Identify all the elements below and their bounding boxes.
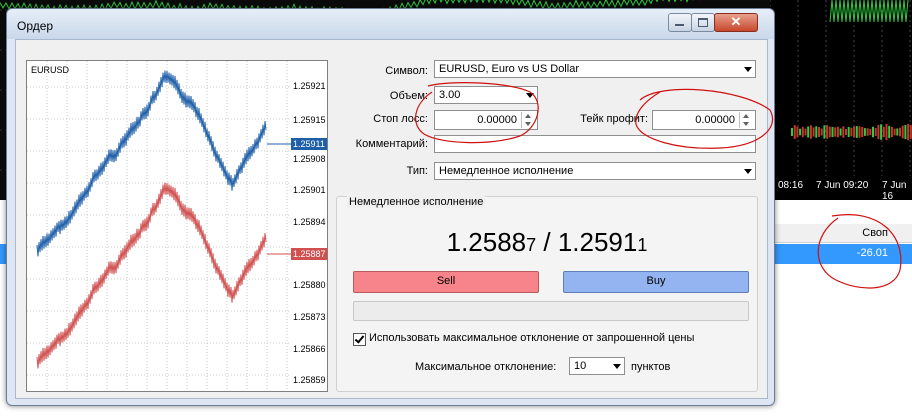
comment-input[interactable] (434, 135, 756, 153)
background-price-line (829, 0, 909, 23)
volume-label: Объем: (389, 90, 428, 102)
sell-button[interactable]: Sell (353, 271, 539, 293)
ask-price: 1.2591 (557, 227, 638, 257)
order-type-value: Немедленное исполнение (439, 165, 574, 177)
order-type-select[interactable]: Немедленное исполнение (434, 162, 756, 180)
buy-button[interactable]: Buy (563, 271, 749, 293)
take-profit-label: Тейк профит: (580, 113, 648, 125)
price-tick: 1.25866 (293, 344, 326, 354)
max-deviation-value: 10 (574, 360, 587, 372)
price-tick: 1.25908 (293, 154, 326, 164)
bid-price-label: 1.25887 (291, 248, 327, 260)
chevron-down-icon (526, 93, 534, 98)
bid-price: 1.2588 (446, 227, 527, 257)
comment-label: Комментарий: (355, 138, 428, 150)
price-tick: 1.25921 (293, 81, 326, 91)
maximize-button[interactable] (691, 13, 715, 32)
price-tick: 1.25873 (293, 312, 326, 322)
title-bar[interactable]: Ордер ✕ (7, 9, 774, 39)
max-deviation-checkbox-label[interactable]: Использовать максимальное отклонение от … (369, 332, 694, 344)
price-tick: 1.25901 (293, 185, 326, 195)
close-icon: ✕ (730, 14, 742, 29)
take-profit-field[interactable]: 0.00000 (652, 110, 756, 130)
table-header: Своп (770, 224, 912, 243)
stop-loss-label: Стоп лосс: (373, 113, 428, 125)
ask-line (36, 70, 267, 257)
volume-select[interactable]: 3.00 (434, 86, 538, 104)
bid-price-last-digit: 7 (526, 235, 537, 255)
take-profit-value: 0.00000 (695, 114, 735, 126)
spin-arrows-icon[interactable] (521, 112, 536, 128)
stop-loss-value: 0.00000 (477, 114, 517, 126)
symbol-select[interactable]: EURUSD, Euro vs US Dollar (434, 60, 756, 78)
background-chart-right (769, 0, 912, 200)
quote-display: 1.25887 / 1.25911 (337, 227, 757, 258)
price-tick: 1.25859 (293, 375, 326, 385)
spin-arrows-icon[interactable] (739, 112, 754, 128)
close-button[interactable]: ✕ (714, 13, 758, 32)
max-deviation-label: Максимальное отклонение: (415, 361, 557, 373)
volume-value: 3.00 (439, 89, 461, 101)
max-deviation-checkbox[interactable] (353, 333, 366, 346)
chevron-down-icon (744, 67, 752, 72)
chevron-down-icon (613, 364, 621, 369)
time-label: 7 Jun 09:20 (816, 180, 869, 191)
execution-group: Немедленное исполнение 1.25887 / 1.25911… (336, 196, 758, 392)
background-time-axis: 08:16 7 Jun 09:20 7 Jun 16 (770, 176, 912, 202)
price-tick: 1.25880 (293, 280, 326, 290)
stop-loss-field[interactable]: 0.00000 (434, 110, 538, 130)
time-label: 7 Jun 16 (882, 180, 907, 202)
order-dialog: Ордер ✕ EURUSD 1.25921 1.25915 1.25908 1… (6, 8, 775, 406)
ask-price-last-digit: 1 (637, 235, 648, 255)
group-title: Немедленное исполнение (347, 196, 486, 208)
symbol-value: EURUSD, Euro vs US Dollar (439, 63, 579, 75)
ask-price-label: 1.25911 (291, 138, 327, 150)
type-label: Тип: (406, 165, 428, 177)
quote-separator: / (536, 227, 558, 257)
max-deviation-select[interactable]: 10 (569, 357, 625, 375)
dialog-body: EURUSD 1.25921 1.25915 1.25908 1.25901 1… (15, 39, 768, 399)
column-header-swap[interactable]: Своп (862, 227, 888, 239)
chart-symbol: EURUSD (31, 65, 70, 75)
tick-chart: EURUSD 1.25921 1.25915 1.25908 1.25901 1… (26, 60, 328, 392)
price-tick: 1.25915 (293, 115, 326, 125)
time-label: 08:16 (778, 180, 804, 191)
minimize-button[interactable] (668, 13, 692, 32)
symbol-label: Символ: (385, 65, 428, 77)
status-bar (353, 301, 749, 321)
swap-value: -26.01 (856, 247, 888, 259)
units-label: пунктов (631, 361, 671, 373)
dialog-title: Ордер (17, 19, 54, 33)
chevron-down-icon (744, 169, 752, 174)
price-tick: 1.25894 (293, 217, 326, 227)
